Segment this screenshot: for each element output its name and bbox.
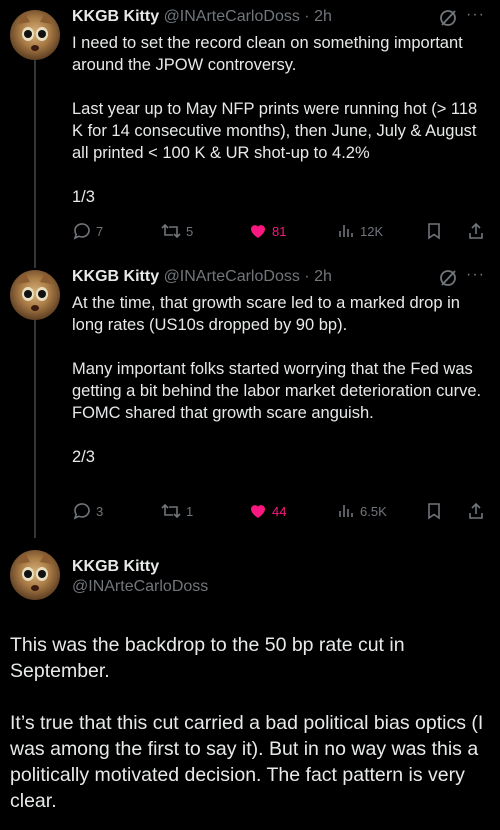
reply-count: 3 bbox=[96, 503, 104, 519]
cat-face-icon bbox=[18, 12, 52, 51]
like-button[interactable]: 81 bbox=[248, 221, 286, 241]
heart-icon bbox=[251, 505, 265, 518]
bookmark-icon bbox=[428, 503, 440, 520]
tweet-paragraph: Last year up to May NFP prints were runn… bbox=[72, 100, 478, 162]
tweet-paragraph: Many important folks started worrying th… bbox=[72, 360, 482, 422]
tweet-paragraph: It’s true that this cut carried a bad po… bbox=[10, 712, 484, 812]
heart-icon bbox=[251, 225, 265, 238]
repost-icon bbox=[161, 223, 181, 239]
user-handle[interactable]: @INArteCarloDoss bbox=[164, 8, 300, 25]
thread-line bbox=[34, 320, 36, 538]
action-bar: 7 5 81 12K bbox=[72, 221, 492, 243]
repost-count: 5 bbox=[186, 223, 194, 239]
views-button[interactable]: 6.5K bbox=[336, 501, 387, 521]
avatar[interactable] bbox=[10, 270, 60, 320]
tweet-header: KKGB Kitty @INArteCarloDoss · 2h bbox=[72, 8, 332, 25]
reply-icon bbox=[73, 503, 90, 520]
like-button[interactable]: 44 bbox=[248, 501, 286, 521]
thread-counter: 1/3 bbox=[72, 188, 95, 206]
tweet-2[interactable]: KKGB Kitty @INArteCarloDoss · 2h ··· At … bbox=[0, 258, 500, 538]
share-button[interactable] bbox=[466, 221, 486, 241]
user-handle[interactable]: @INArteCarloDoss bbox=[72, 578, 208, 596]
tweet-paragraph: This was the backdrop to the 50 bp rate … bbox=[10, 634, 405, 682]
tweet-paragraph: At the time, that growth scare led to a … bbox=[72, 294, 460, 334]
bookmark-icon bbox=[428, 223, 440, 240]
action-bar: 3 1 44 6.5K bbox=[72, 501, 492, 523]
reply-button[interactable]: 7 bbox=[72, 221, 103, 241]
grok-icon[interactable] bbox=[438, 8, 458, 28]
display-name[interactable]: KKGB Kitty bbox=[72, 558, 208, 576]
tweet-header: KKGB Kitty @INArteCarloDoss bbox=[72, 558, 208, 596]
main-tweet[interactable]: KKGB Kitty @INArteCarloDoss This was the… bbox=[0, 538, 500, 830]
display-name[interactable]: KKGB Kitty bbox=[72, 268, 159, 285]
avatar[interactable] bbox=[10, 10, 60, 60]
avatar[interactable] bbox=[10, 550, 60, 600]
more-icon[interactable]: ··· bbox=[466, 266, 485, 284]
more-icon[interactable]: ··· bbox=[466, 6, 485, 24]
views-count: 12K bbox=[360, 223, 384, 239]
tweet-header: KKGB Kitty @INArteCarloDoss · 2h bbox=[72, 268, 332, 285]
tweet-1[interactable]: KKGB Kitty @INArteCarloDoss · 2h ··· I n… bbox=[0, 0, 500, 258]
grok-icon[interactable] bbox=[438, 268, 458, 288]
tweet-text: This was the backdrop to the 50 bp rate … bbox=[10, 632, 490, 814]
cat-face-icon bbox=[18, 552, 52, 591]
thread-line bbox=[34, 258, 36, 268]
repost-button[interactable]: 1 bbox=[160, 501, 193, 521]
views-icon bbox=[339, 505, 353, 517]
tweet-paragraph: I need to set the record clean on someth… bbox=[72, 34, 463, 74]
bookmark-button[interactable] bbox=[424, 221, 444, 241]
user-handle[interactable]: @INArteCarloDoss bbox=[164, 268, 300, 285]
tweet-text: At the time, that growth scare led to a … bbox=[72, 292, 492, 468]
display-name[interactable]: KKGB Kitty bbox=[72, 8, 159, 25]
repost-button[interactable]: 5 bbox=[160, 221, 193, 241]
bookmark-button[interactable] bbox=[424, 501, 444, 521]
thread-counter: 2/3 bbox=[72, 448, 95, 466]
tweet-text: I need to set the record clean on someth… bbox=[72, 32, 492, 208]
like-count: 44 bbox=[272, 503, 287, 519]
views-count: 6.5K bbox=[360, 503, 387, 519]
share-button[interactable] bbox=[466, 501, 486, 521]
reply-icon bbox=[73, 223, 90, 240]
views-button[interactable]: 12K bbox=[336, 221, 383, 241]
like-count: 81 bbox=[272, 223, 287, 239]
thread-line bbox=[34, 60, 36, 258]
share-icon bbox=[469, 222, 483, 239]
views-icon bbox=[339, 225, 353, 237]
repost-count: 1 bbox=[186, 503, 194, 519]
reply-count: 7 bbox=[96, 223, 104, 239]
reply-button[interactable]: 3 bbox=[72, 501, 103, 521]
repost-icon bbox=[161, 503, 181, 519]
timestamp[interactable]: 2h bbox=[314, 268, 332, 285]
share-icon bbox=[469, 502, 483, 519]
timestamp[interactable]: 2h bbox=[314, 8, 332, 25]
cat-face-icon bbox=[18, 272, 52, 311]
